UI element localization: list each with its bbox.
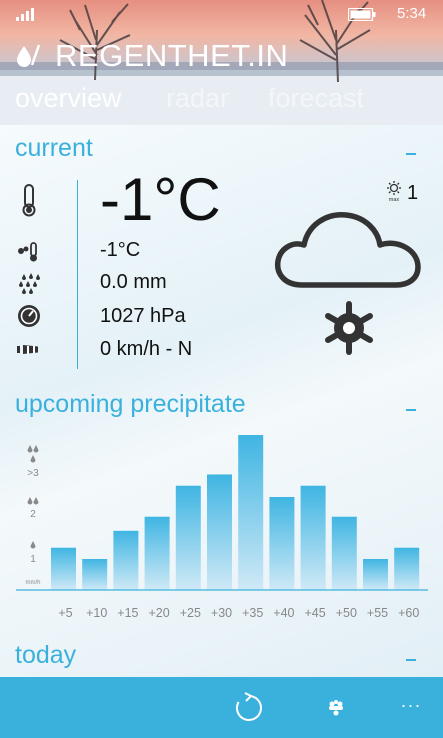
x-tick-label: +40	[273, 606, 294, 620]
wind-value: 0 km/h - N	[100, 338, 193, 360]
refresh-icon[interactable]	[233, 692, 265, 724]
legend-heavy-label: >3	[27, 468, 39, 479]
more-options-button[interactable]: ...	[401, 691, 422, 712]
precip-bar-+30	[207, 474, 232, 590]
feels-like-value: -1°C	[100, 239, 141, 261]
current-temperature: -1°C	[100, 166, 221, 233]
x-tick-label: +50	[336, 606, 357, 620]
x-tick-label: +5	[58, 606, 72, 620]
rain-amount-icon	[19, 273, 40, 294]
precipitation-collapse-button[interactable]	[406, 409, 416, 411]
radar-icon[interactable]	[326, 698, 346, 718]
pressure-icon	[18, 305, 40, 327]
precipitation-section-title[interactable]: upcoming precipitate	[15, 390, 246, 419]
overview-panel[interactable]: current -1°C -1°C 0.0 mm 1027 hPa 0 km/h…	[0, 125, 443, 677]
precip-bar-+45	[300, 485, 326, 590]
precip-bar-+55	[363, 559, 388, 590]
today-section-title[interactable]: today	[15, 641, 76, 670]
precip-bar-+35	[238, 435, 264, 590]
signal-bar	[31, 8, 34, 21]
x-tick-label: +25	[180, 606, 201, 620]
wind-icon	[17, 345, 38, 354]
legend-unit-label: mm/h	[26, 580, 41, 586]
precip-bar-+20	[144, 516, 170, 590]
status-clock: 5:34	[397, 5, 427, 22]
app-logo-icon	[17, 44, 41, 67]
precip-bar-+5	[51, 547, 76, 590]
uv-index-value: 1	[407, 182, 419, 204]
pressure-value: 1027 hPa	[100, 305, 186, 327]
x-tick-label: +30	[211, 606, 232, 620]
precip-bar-+50	[331, 516, 357, 590]
precip-bar-+40	[269, 497, 295, 590]
x-tick-label: +55	[367, 606, 388, 620]
x-tick-label: +20	[148, 606, 169, 620]
x-tick-label: +45	[304, 606, 325, 620]
x-tick-label: +10	[86, 606, 107, 620]
precip-bar-+15	[113, 530, 139, 590]
precip-bar-+25	[175, 485, 201, 590]
thermometer-icon	[22, 184, 36, 217]
signal-bar	[21, 14, 24, 21]
current-divider	[77, 180, 78, 369]
signal-bar	[26, 11, 29, 21]
precip-bar-+10	[82, 559, 108, 590]
x-tick-label: +60	[398, 606, 419, 620]
today-collapse-button[interactable]	[406, 659, 416, 661]
rain-amount-value: 0.0 mm	[100, 271, 167, 293]
precipitation-legend: >3 2 1 mm/h	[26, 445, 41, 586]
battery-icon	[348, 8, 376, 21]
signal-bar	[16, 17, 19, 21]
legend-medium-label: 2	[30, 509, 36, 520]
uv-max-label: max	[389, 197, 400, 202]
legend-light-label: 1	[30, 554, 36, 565]
cloud-snow-icon	[274, 212, 421, 355]
status-bar: 5:34	[0, 0, 443, 32]
header-photo: 5:34 REGENTHET.IN overview radar forecas…	[0, 0, 443, 125]
uv-index-icon: max	[387, 181, 401, 202]
precip-bar-+60	[394, 547, 420, 590]
app-title: REGENTHET.IN	[55, 38, 289, 73]
app-bar: ...	[0, 677, 443, 738]
tab-forecast[interactable]: forecast	[268, 83, 364, 114]
x-tick-label: +15	[117, 606, 138, 620]
tab-overview[interactable]: overview	[15, 83, 122, 114]
tab-radar[interactable]: radar	[166, 83, 229, 114]
feels-like-icon	[18, 242, 37, 262]
precipitation-chart: >3 2 1 mm/h +5 +10 +15 +20 +25 +30 +35 +40 +45 +5…	[16, 435, 428, 620]
current-collapse-button[interactable]	[406, 153, 416, 155]
x-tick-label: +35	[242, 606, 263, 620]
current-section-title[interactable]: current	[15, 134, 93, 163]
